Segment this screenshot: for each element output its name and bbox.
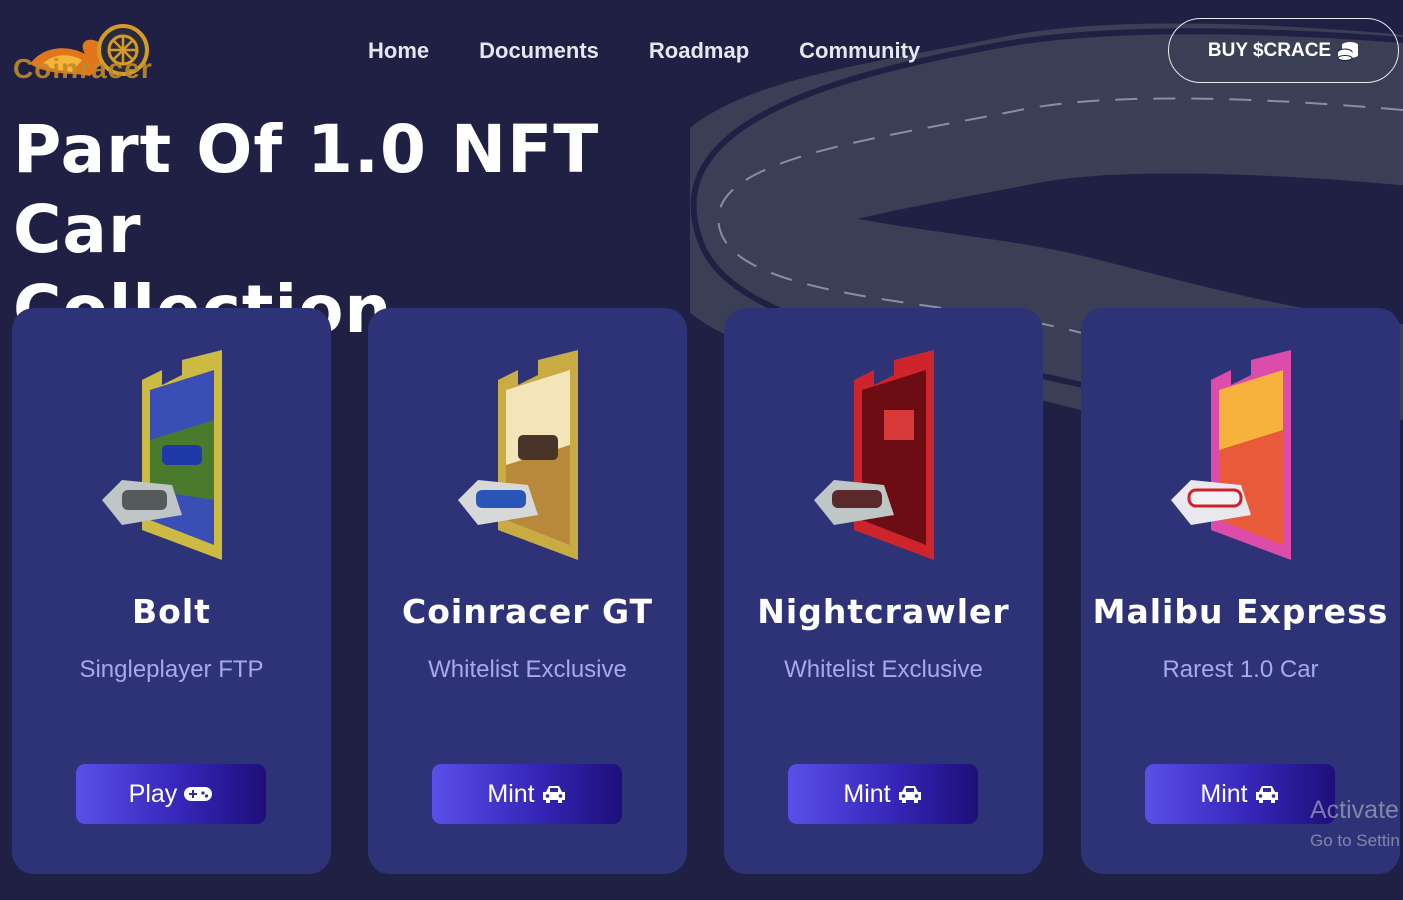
card-subtitle: Rarest 1.0 Car: [1162, 656, 1319, 683]
nft-card-bolt: Bolt Singleplayer FTP Play: [12, 308, 331, 874]
coins-icon: [1337, 41, 1359, 61]
card-name: Nightcrawler: [757, 592, 1010, 631]
car-icon: [898, 786, 921, 803]
page-title-line-1: Part Of 1.0 NFT Car: [13, 111, 600, 268]
nav-home[interactable]: Home: [368, 34, 429, 68]
mint-button[interactable]: Mint: [788, 764, 978, 824]
nav-community[interactable]: Community: [799, 34, 920, 68]
mint-button-label: Mint: [487, 779, 535, 808]
coinracer-gt-nft-card-image: [458, 350, 578, 560]
car-icon: [1255, 786, 1278, 803]
card-name: Malibu Express: [1092, 592, 1389, 631]
watermark-title: Activate: [1310, 796, 1399, 824]
activation-watermark: Activate Go to Settin: [1310, 796, 1400, 851]
brand-name: Coinracer: [13, 53, 153, 84]
main-nav: Home Documents Roadmap Community: [368, 34, 970, 68]
nft-card-malibu-express: Malibu Express Rarest 1.0 Car Mint: [1081, 308, 1400, 874]
nft-card-coinracer-gt: Coinracer GT Whitelist Exclusive Mint: [368, 308, 687, 874]
nav-documents[interactable]: Documents: [479, 34, 599, 68]
nav-roadmap[interactable]: Roadmap: [649, 34, 749, 68]
car-icon: [542, 786, 565, 803]
card-subtitle: Whitelist Exclusive: [784, 656, 983, 683]
buy-crace-label: BUY $CRACE: [1207, 39, 1332, 61]
nightcrawler-nft-card-image: [814, 350, 934, 560]
card-subtitle: Whitelist Exclusive: [428, 656, 627, 683]
nft-card-nightcrawler: Nightcrawler Whitelist Exclusive Mint: [724, 308, 1043, 874]
play-button[interactable]: Play: [76, 764, 266, 824]
mint-button-label: Mint: [1200, 779, 1248, 808]
malibu-express-nft-card-image: [1171, 350, 1291, 560]
watermark-subtitle: Go to Settin: [1310, 831, 1400, 850]
play-button-label: Play: [128, 779, 178, 808]
card-name: Coinracer GT: [402, 592, 653, 631]
gamepad-icon: [184, 787, 213, 801]
page: Coinracer Home Documents Roadmap Communi…: [0, 0, 1403, 900]
mint-button[interactable]: Mint: [432, 764, 622, 824]
buy-crace-button[interactable]: BUY $CRACE: [1168, 18, 1399, 83]
mint-button-label: Mint: [843, 779, 891, 808]
card-subtitle: Singleplayer FTP: [79, 656, 264, 683]
bolt-nft-card-image: [102, 350, 222, 560]
mint-button[interactable]: Mint: [1145, 764, 1335, 824]
card-name: Bolt: [132, 592, 211, 631]
